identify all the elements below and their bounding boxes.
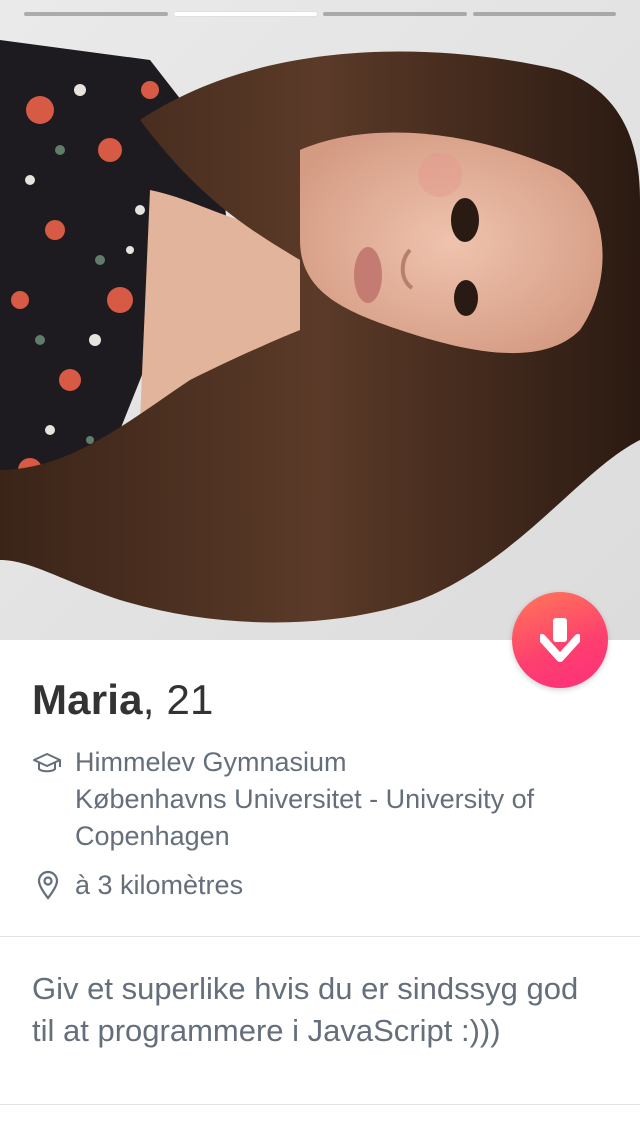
profile-bio: Giv et superlike hvis du er sindssyg god… xyxy=(32,971,579,1048)
photo-progress-bar xyxy=(24,12,616,17)
photo-progress-segment[interactable] xyxy=(472,12,616,16)
name-age-separator: , xyxy=(142,676,155,723)
section-divider xyxy=(0,1104,640,1105)
photo-progress-segment[interactable] xyxy=(24,12,168,16)
graduation-cap-icon xyxy=(33,753,61,773)
school-text: Himmelev Gymnasium Københavns Universite… xyxy=(75,747,535,851)
location-pin-icon xyxy=(37,870,59,900)
profile-screen: Maria, 21 Himmelev Gymnasium Københavns … xyxy=(0,0,640,1136)
distance-text: à 3 kilomètres xyxy=(75,870,244,900)
collapse-profile-button[interactable] xyxy=(512,592,608,688)
profile-photo[interactable] xyxy=(0,0,640,640)
photo-progress-segment-active[interactable] xyxy=(173,12,317,16)
profile-name: Maria xyxy=(32,676,143,723)
profile-age: 21 xyxy=(166,676,214,723)
name-age-heading: Maria, 21 xyxy=(32,676,214,724)
arrow-down-icon xyxy=(540,618,580,662)
profile-photo-image xyxy=(0,0,640,640)
photo-progress-segment[interactable] xyxy=(323,12,467,16)
section-divider xyxy=(0,936,640,937)
